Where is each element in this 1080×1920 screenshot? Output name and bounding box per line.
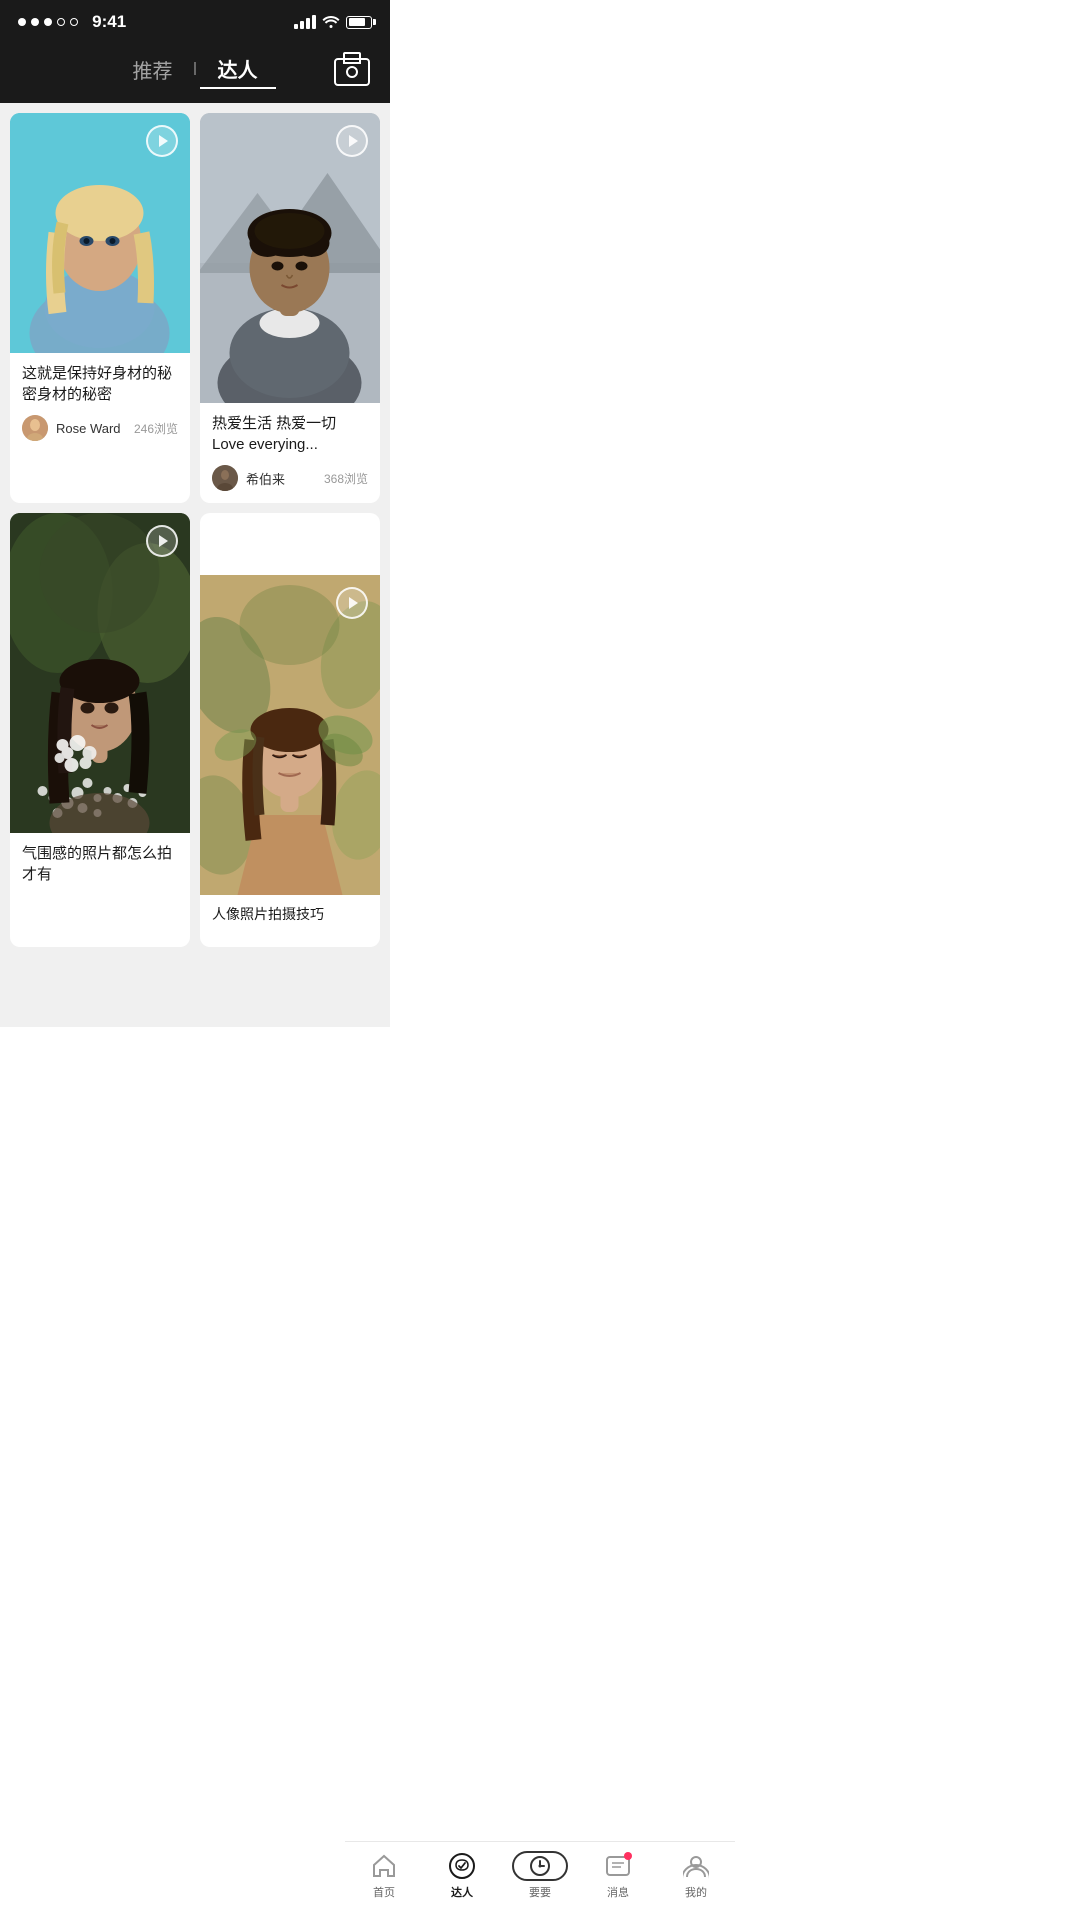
card-1-avatar	[22, 415, 48, 441]
card-1-author: Rose Ward	[56, 421, 126, 436]
header-tabs: 推荐 I 达人	[114, 50, 275, 89]
tab-daren[interactable]: 达人	[200, 50, 276, 89]
play-button-1[interactable]	[146, 125, 178, 157]
yaoyao-icon	[512, 1852, 568, 1880]
signal-icon	[294, 15, 316, 29]
card-2-author: 希伯来	[246, 469, 316, 488]
card-3[interactable]: 气围感的照片都怎么拍才有	[10, 513, 190, 947]
card-2[interactable]: 热爱生活 热爱一切 Love everying... 希伯来 368浏览	[200, 113, 380, 503]
play-triangle-4	[349, 597, 358, 609]
nav-yaoyao[interactable]: 要要	[501, 1852, 579, 1900]
nav-daren-label: 达人	[451, 1884, 473, 1900]
nav-msg[interactable]: 消息	[579, 1852, 657, 1900]
card-4-image	[200, 575, 380, 895]
nav-daren[interactable]: 达人	[423, 1852, 501, 1900]
card-1-views: 246浏览	[134, 420, 178, 437]
card-2-avatar	[212, 465, 238, 491]
card-4-info: 人像照片拍摄技巧	[200, 895, 380, 947]
header-divider: I	[190, 59, 199, 80]
wifi-icon	[322, 14, 340, 31]
home-icon	[370, 1852, 398, 1880]
card-1-meta: Rose Ward 246浏览	[22, 415, 178, 441]
card-2-views: 368浏览	[324, 470, 368, 487]
play-button-4[interactable]	[336, 587, 368, 619]
dot-1	[18, 18, 26, 26]
msg-badge	[624, 1852, 632, 1860]
card-2-meta: 希伯来 368浏览	[212, 465, 368, 491]
camera-lens	[346, 66, 358, 78]
bottom-nav: 首页 达人 要要	[345, 1841, 735, 1920]
status-right	[294, 14, 372, 31]
card-4-title: 人像照片拍摄技巧	[212, 905, 368, 925]
nav-msg-label: 消息	[607, 1884, 629, 1900]
nav-yaoyao-label: 要要	[529, 1884, 551, 1900]
status-time: 9:41	[92, 12, 126, 32]
card-2-info: 热爱生活 热爱一切 Love everying... 希伯来 368浏览	[200, 403, 380, 503]
dot-5	[70, 18, 78, 26]
status-left: 9:41	[18, 12, 126, 32]
card-2-title: 热爱生活 热爱一切 Love everying...	[212, 413, 368, 455]
msg-icon	[604, 1852, 632, 1880]
dot-3	[44, 18, 52, 26]
daren-icon	[448, 1852, 476, 1880]
battery-icon	[346, 16, 372, 29]
play-button-2[interactable]	[336, 125, 368, 157]
nav-home[interactable]: 首页	[345, 1852, 423, 1900]
card-4[interactable]: 人像照片拍摄技巧	[200, 513, 380, 947]
card-3-image	[10, 513, 190, 833]
card-3-title: 气围感的照片都怎么拍才有	[22, 843, 178, 885]
card-1-info: 这就是保持好身材的秘密身材的秘密 Rose Ward 246浏览	[10, 353, 190, 453]
nav-home-label: 首页	[373, 1884, 395, 1900]
content-grid: 这就是保持好身材的秘密身材的秘密 Rose Ward 246浏览	[0, 103, 390, 1027]
nav-me[interactable]: 我的	[657, 1852, 735, 1900]
play-triangle-3	[159, 535, 168, 547]
dot-2	[31, 18, 39, 26]
card-1[interactable]: 这就是保持好身材的秘密身材的秘密 Rose Ward 246浏览	[10, 113, 190, 503]
card-3-info: 气围感的照片都怎么拍才有	[10, 833, 190, 907]
play-triangle-2	[349, 135, 358, 147]
card-1-image	[10, 113, 190, 353]
camera-button[interactable]	[334, 58, 370, 86]
header: 推荐 I 达人	[0, 40, 390, 103]
card-1-title: 这就是保持好身材的秘密身材的秘密	[22, 363, 178, 405]
camera-icon	[334, 58, 370, 86]
status-bar: 9:41	[0, 0, 390, 40]
card-2-image	[200, 113, 380, 403]
me-icon	[682, 1852, 710, 1880]
nav-me-label: 我的	[685, 1884, 707, 1900]
tab-recommended[interactable]: 推荐	[114, 51, 190, 88]
play-triangle	[159, 135, 168, 147]
play-button-3[interactable]	[146, 525, 178, 557]
dot-4	[57, 18, 65, 26]
